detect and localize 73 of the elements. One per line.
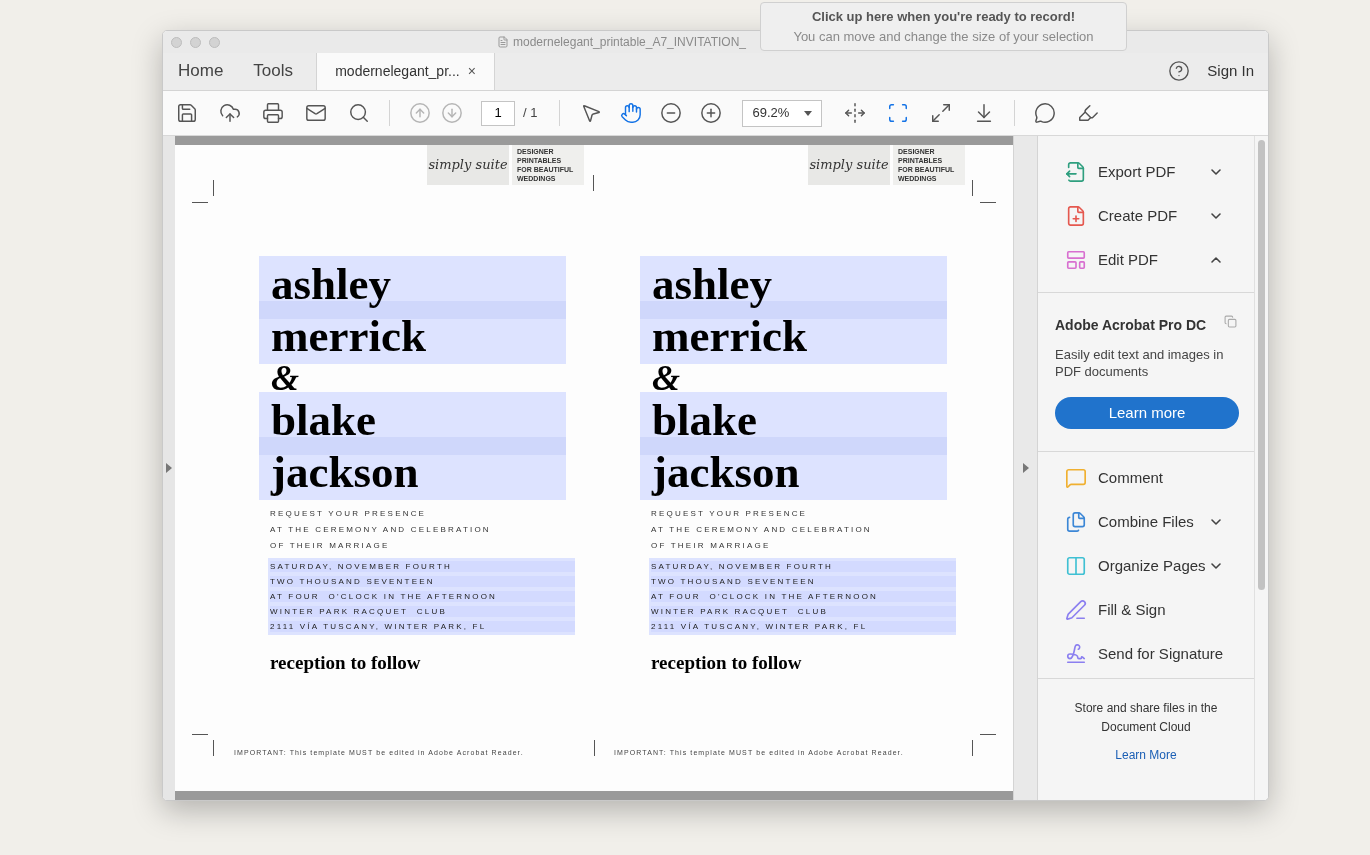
help-icon[interactable] [1168,60,1191,82]
invitation-text: OF THEIR MARRIAGE [270,540,390,551]
detail-text: WINTER PARK RACQUET CLUB [270,606,575,617]
signature-icon [1065,643,1087,665]
print-icon[interactable] [260,100,286,126]
detail-text: TWO THOUSAND SEVENTEEN [651,576,956,587]
ampersand-text: & [651,364,680,392]
invitation-text: REQUEST YOUR PRESENCE [270,508,427,519]
scrollbar-thumb[interactable] [1258,140,1265,590]
promo-title: Adobe Acrobat Pro DC [1055,316,1207,335]
tool-item[interactable]: Comment [1038,456,1254,500]
tool-item[interactable]: Organize Pages [1038,544,1254,588]
form-field[interactable]: SATURDAY, NOVEMBER FOURTH TWO THOUSAND SEVENTEEN AT FOUR O'CLOCK IN THE AFTERNOON WINTER PARK RACQUET CLUB 2111 VÍA TUSCANY, WINTER PARK, FL [268,558,575,635]
logo: simply suite [808,145,890,185]
speech-bubble-icon [1065,467,1087,489]
tool-item[interactable]: Create PDF [1038,194,1254,238]
name-text: jackson [652,446,800,498]
columns-icon [1065,555,1087,577]
cloud-text: Store and share files in the Document Cloud [1073,700,1219,736]
invitation-text: AT THE CEREMONY AND CELEBRATION [651,524,872,535]
detail-text: SATURDAY, NOVEMBER FOURTH [651,561,956,572]
export-file-icon [1065,161,1087,183]
invitation-text: AT THE CEREMONY AND CELEBRATION [270,524,491,535]
logo: simply suite [427,145,509,185]
detail-text: TWO THOUSAND SEVENTEEN [270,576,575,587]
close-tab-button[interactable]: × [467,60,476,82]
document-tab[interactable]: modernelegant_pr... × [316,52,496,90]
learn-more-link[interactable]: Learn More [1115,746,1177,764]
form-field[interactable]: blake jackson [640,392,947,500]
expand-right-icon[interactable] [1022,463,1029,473]
name-text: merrick [652,310,807,362]
tooltip-title: Click up here when you're ready to record! [811,8,1076,26]
learn-more-button[interactable]: Learn more [1055,397,1239,429]
page-total: / 1 [523,104,538,123]
tool-item[interactable]: Send for Signature [1038,632,1254,676]
zoom-dropdown[interactable]: 69.2% [742,99,823,127]
invitation-text: OF THEIR MARRIAGE [651,540,771,551]
reception-text: reception to follow [651,651,802,675]
document-icon [497,36,509,48]
layout-icon [1065,249,1087,271]
form-field[interactable]: SATURDAY, NOVEMBER FOURTH TWO THOUSAND SEVENTEEN AT FOUR O'CLOCK IN THE AFTERNOON WINTER PARK RACQUET CLUB 2111 VÍA TUSCANY, WINTER PARK, FL [649,558,956,635]
name-text: blake [652,394,758,446]
tool-item[interactable]: Edit PDF [1038,238,1254,282]
detail-text: 2111 VÍA TUSCANY, WINTER PARK, FL [651,621,956,632]
form-field[interactable]: ashley merrick [640,256,947,364]
tool-item[interactable]: Export PDF [1038,150,1254,194]
name-text: blake [271,394,377,446]
page-number-field[interactable]: 1 [481,100,515,126]
tool-item[interactable]: Fill & Sign [1038,588,1254,632]
detail-text: 2111 VÍA TUSCANY, WINTER PARK, FL [270,621,575,632]
sign-in-button[interactable]: Sign In [1207,59,1254,83]
detail-text: WINTER PARK RACQUET CLUB [651,606,956,617]
name-text: ashley [652,258,772,310]
window-title: modernelegant_printable_A7_INVITATION_ [513,34,746,51]
tool-item[interactable]: Combine Files [1038,500,1254,544]
detail-text: SATURDAY, NOVEMBER FOURTH [270,561,575,572]
name-text: jackson [271,446,419,498]
nav-tab[interactable]: Home [163,52,239,90]
promo-text: Easily edit text and images in PDF documents [1055,346,1225,380]
ampersand-text: & [270,364,299,392]
detail-text: AT FOUR O'CLOCK IN THE AFTERNOON [270,591,575,602]
name-text: merrick [271,310,426,362]
name-text: ashley [271,258,391,310]
tooltip-subtitle: You can move and change the size of your selection [793,27,1094,46]
pen-icon [1065,599,1087,621]
nav-tab[interactable]: Tools [238,52,309,90]
detail-text: AT FOUR O'CLOCK IN THE AFTERNOON [651,591,956,602]
files-icon [1065,511,1087,533]
add-file-icon [1065,205,1087,227]
form-field[interactable]: blake jackson [259,392,566,500]
invitation-text: REQUEST YOUR PRESENCE [651,508,808,519]
form-field[interactable]: ashley merrick [259,256,566,364]
reception-text: reception to follow [270,651,421,675]
